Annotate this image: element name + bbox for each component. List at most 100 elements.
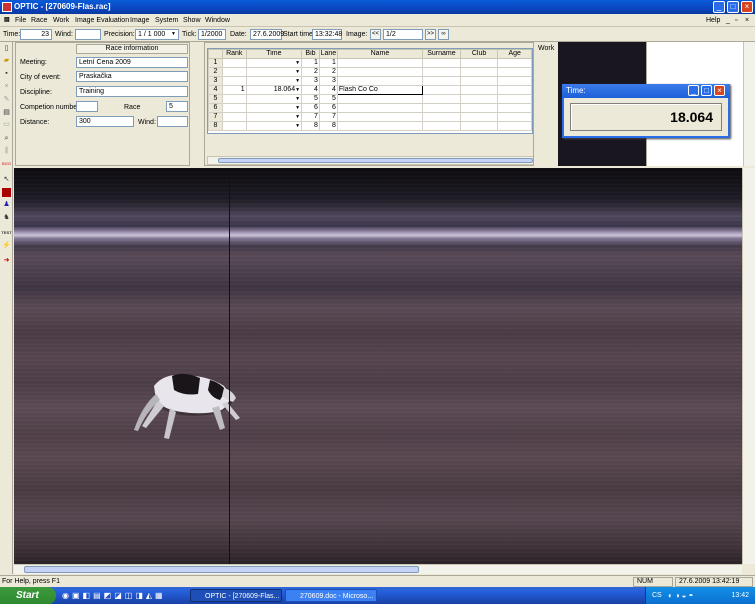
menu-show[interactable]: Show [183, 15, 201, 26]
club-cell[interactable] [459, 67, 499, 77]
start-button[interactable]: Start [0, 587, 56, 604]
bib-cell[interactable]: 3 [301, 76, 320, 86]
zoom-icon[interactable]: ⌕ [2, 134, 11, 143]
stop-icon[interactable] [2, 188, 11, 197]
col-header-bib[interactable]: Bib [301, 49, 320, 59]
time-dropdown-icon[interactable]: ▼ [295, 123, 300, 130]
horse-icon[interactable]: ♞ [2, 213, 11, 222]
menu-window[interactable]: Window [205, 15, 230, 26]
club-cell[interactable] [459, 103, 499, 113]
image-field[interactable]: 1/2 [383, 29, 423, 40]
start-time-field[interactable]: 13:32:48 [312, 29, 342, 40]
col-header-time[interactable]: Time [245, 49, 303, 59]
name-cell[interactable] [336, 112, 424, 122]
surname-cell[interactable] [422, 103, 461, 113]
competition-field[interactable] [76, 101, 98, 112]
tick-field[interactable]: 1/2000 [198, 29, 226, 40]
pointer-icon[interactable]: ↖ [2, 175, 11, 184]
table-row[interactable]: 3 ▼ 3 3 [208, 76, 532, 86]
surname-cell[interactable] [422, 58, 461, 68]
time-dropdown-icon[interactable]: ▼ [295, 105, 300, 112]
age-cell[interactable] [497, 85, 532, 95]
prev-image-button[interactable]: << [370, 29, 381, 40]
finish-line[interactable] [229, 168, 230, 564]
menu-image-evaluation[interactable]: Image Evaluation [75, 15, 129, 26]
name-cell[interactable] [336, 67, 424, 77]
club-cell[interactable] [459, 94, 499, 104]
col-header-club[interactable]: Club [459, 49, 499, 59]
time-dropdown-icon[interactable]: ▼ [295, 96, 300, 103]
open-folder-icon[interactable]: ▰ [2, 56, 11, 65]
image-hscrollbar[interactable] [14, 564, 742, 574]
name-cell[interactable] [336, 121, 424, 131]
top-vscrollbar[interactable] [743, 42, 755, 166]
language-indicator[interactable]: CS [652, 587, 662, 604]
lane-cell[interactable]: 5 [318, 94, 338, 104]
delete-icon[interactable]: × [2, 82, 11, 91]
col-header-surname[interactable]: Surname [422, 49, 461, 59]
menu-system[interactable]: System [155, 15, 178, 26]
time-dropdown-icon[interactable]: ▼ [295, 60, 300, 67]
bgo-icon[interactable]: BGO [0, 159, 13, 168]
results-hscroll-thumb[interactable] [218, 158, 533, 163]
surname-cell[interactable] [422, 85, 461, 95]
col-header-name[interactable]: Name [336, 49, 424, 59]
age-cell[interactable] [497, 103, 532, 113]
time-dropdown-icon[interactable]: ▼ [295, 87, 300, 94]
sprint-icon[interactable]: ⚡ [2, 241, 11, 250]
bib-cell[interactable]: 7 [301, 112, 320, 122]
rank-cell[interactable] [221, 94, 247, 104]
distance-field[interactable]: 300 [76, 116, 134, 127]
tray-icons[interactable]: ◐◑◒◓ [668, 587, 695, 604]
mdi-restore-icon[interactable]: ▫ [735, 15, 737, 26]
time-field[interactable]: 23 [20, 29, 52, 40]
doc-icon[interactable]: ▤ [4, 15, 10, 26]
surname-cell[interactable] [422, 121, 461, 131]
lane-cell[interactable]: 1 [318, 58, 338, 68]
time-dropdown-icon[interactable]: ▼ [295, 114, 300, 121]
club-cell[interactable] [459, 121, 499, 131]
bib-cell[interactable]: 4 [301, 85, 320, 95]
next-image-button[interactable]: >> [425, 29, 436, 40]
time-window-maximize-button[interactable]: □ [701, 85, 712, 96]
print-icon[interactable]: ▤ [2, 108, 11, 117]
results-hscrollbar[interactable] [207, 156, 544, 165]
runner-icon[interactable]: ♟ [2, 200, 11, 209]
new-file-icon[interactable]: ▯ [2, 44, 11, 53]
surname-cell[interactable] [422, 76, 461, 86]
club-cell[interactable] [459, 76, 499, 86]
bib-cell[interactable]: 6 [301, 103, 320, 113]
mdi-minimize-icon[interactable]: _ [726, 15, 730, 26]
rank-cell[interactable] [221, 112, 247, 122]
col-header-rank[interactable]: Rank [221, 49, 247, 59]
name-cell[interactable] [336, 103, 424, 113]
time-dropdown-icon[interactable]: ▼ [295, 69, 300, 76]
age-cell[interactable] [497, 76, 532, 86]
club-cell[interactable] [459, 58, 499, 68]
table-row[interactable]: 6 ▼ 6 6 [208, 103, 532, 113]
surname-cell[interactable] [422, 94, 461, 104]
menu-file[interactable]: File [15, 15, 26, 26]
save-icon[interactable]: ▪ [2, 69, 11, 78]
time-window-minimize-button[interactable]: _ [688, 85, 699, 96]
time-cell[interactable]: ▼ [245, 112, 303, 122]
rank-cell[interactable] [221, 103, 247, 113]
table-row[interactable]: 2 ▼ 2 2 [208, 67, 532, 77]
test-icon[interactable]: TEST [0, 228, 13, 237]
table-row[interactable]: 4 1 ▼ 18.064 4 4 Flash Co Co [208, 85, 532, 95]
time-cell[interactable]: ▼ [245, 94, 303, 104]
columns-icon[interactable]: ∥ [2, 146, 11, 155]
age-cell[interactable] [497, 67, 532, 77]
wind-field[interactable] [75, 29, 101, 40]
task-word-doc[interactable]: 270609.doc - Microso... [285, 589, 377, 602]
club-cell[interactable] [459, 85, 499, 95]
maximize-button[interactable]: □ [727, 1, 739, 13]
age-cell[interactable] [497, 121, 532, 131]
table-row[interactable]: 8 ▼ 8 8 [208, 121, 532, 131]
rank-cell[interactable]: 1 [221, 85, 247, 95]
rank-cell[interactable] [221, 58, 247, 68]
rank-cell[interactable] [221, 121, 247, 131]
image-hscroll-thumb[interactable] [24, 566, 419, 573]
preview-icon[interactable]: ▭ [2, 120, 11, 129]
mdi-close-icon[interactable]: × [745, 15, 749, 26]
